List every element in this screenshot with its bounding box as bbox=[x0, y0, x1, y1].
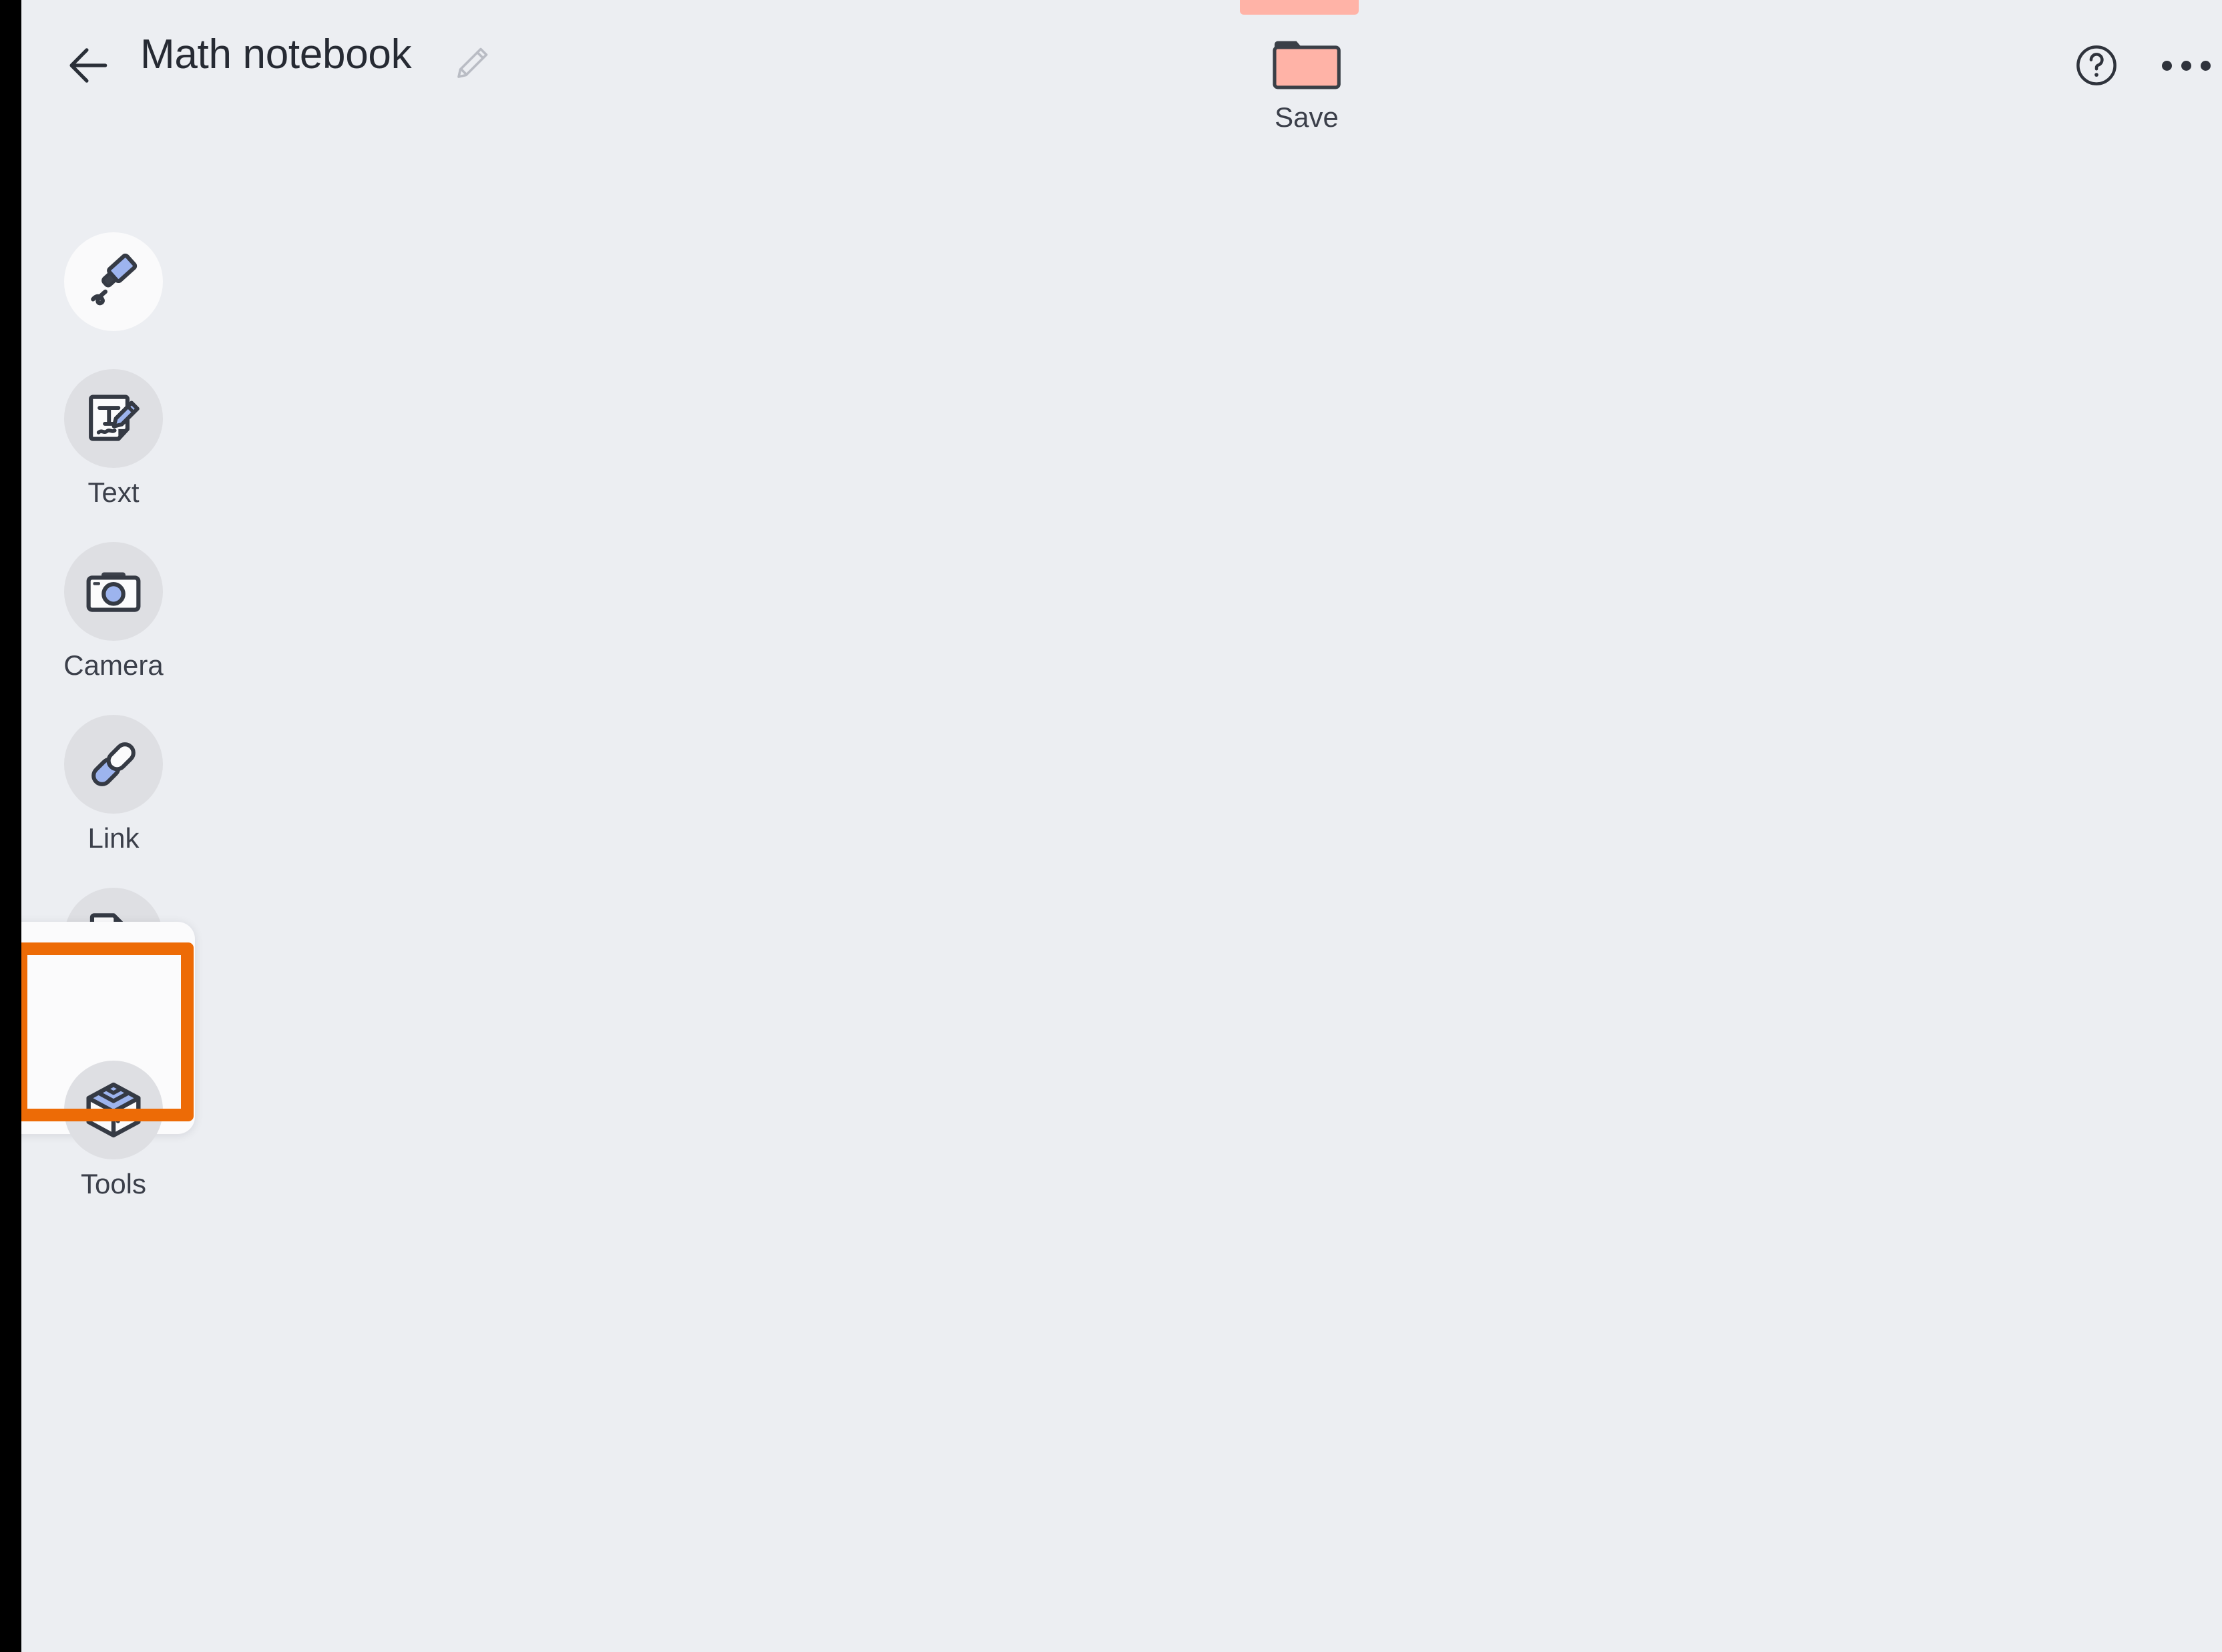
ellipsis-horizontal-icon bbox=[2161, 60, 2211, 71]
sidebar-item-label: Text bbox=[87, 477, 140, 508]
folder-icon bbox=[1270, 33, 1343, 92]
rename-title-button[interactable] bbox=[447, 39, 497, 88]
text-note-pencil-icon bbox=[64, 369, 163, 468]
more-options-button[interactable] bbox=[2155, 35, 2217, 96]
sidebar-item-label: Tools bbox=[80, 1168, 147, 1199]
sidebar-item-text[interactable]: Text bbox=[55, 369, 172, 507]
help-button[interactable] bbox=[2066, 35, 2127, 96]
sidebar-item-ink[interactable] bbox=[55, 232, 172, 331]
question-circle-icon bbox=[2072, 41, 2121, 89]
sidebar-item-label: Link bbox=[87, 822, 140, 854]
sidebar-item-label: Camera bbox=[63, 649, 164, 681]
window-left-edge bbox=[0, 0, 21, 1652]
back-button[interactable] bbox=[60, 37, 118, 94]
sidebar-item-camera[interactable]: Camera bbox=[55, 542, 172, 679]
top-bar: Math notebook Save bbox=[21, 0, 2222, 133]
camera-icon bbox=[64, 542, 163, 641]
top-ribbon-accent bbox=[1240, 0, 1359, 15]
toolbox-cube-icon bbox=[64, 1061, 163, 1159]
page-title: Math notebook bbox=[140, 31, 412, 77]
chain-link-icon bbox=[64, 715, 163, 814]
highlighter-pen-icon bbox=[64, 232, 163, 331]
sidebar-item-link[interactable]: Link bbox=[55, 715, 172, 852]
save-button-label: Save bbox=[1275, 101, 1339, 133]
pencil-edit-icon bbox=[452, 43, 492, 83]
app-window: Math notebook Save Text Camera Link Tool… bbox=[0, 0, 2222, 1652]
sidebar-item-tools[interactable]: Tools bbox=[55, 1061, 172, 1198]
arrow-left-icon bbox=[64, 41, 114, 90]
save-button[interactable]: Save bbox=[1237, 20, 1377, 133]
